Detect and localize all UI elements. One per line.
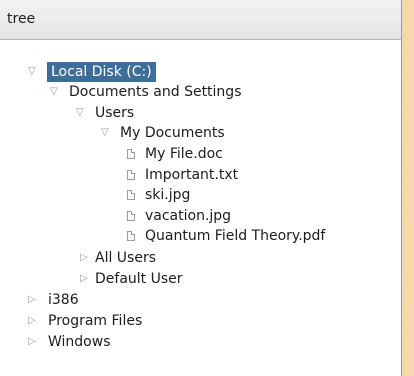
collapsed-toggle-icon[interactable]: ▷ — [80, 248, 90, 268]
tree-node-label[interactable]: My File.doc — [145, 144, 223, 164]
tree-panel: tree ▽ Local Disk (C:) ▽ Documents and S… — [0, 0, 402, 376]
collapsed-toggle-icon[interactable]: ▷ — [28, 311, 38, 331]
tree-node-label[interactable]: ski.jpg — [145, 185, 190, 205]
expanded-toggle-icon[interactable]: ▽ — [101, 123, 111, 143]
tree-node-label[interactable]: i386 — [48, 290, 79, 310]
tree-node-label[interactable]: Users — [95, 103, 134, 123]
tree-node-label[interactable]: Local Disk (C:) — [47, 62, 156, 82]
collapsed-toggle-icon[interactable]: ▷ — [28, 290, 38, 310]
tree-node-label[interactable]: Windows — [48, 332, 111, 352]
file-icon — [127, 170, 135, 180]
expanded-toggle-icon[interactable]: ▽ — [50, 82, 60, 102]
file-icon — [127, 149, 135, 159]
tree-node-label[interactable]: Quantum Field Theory.pdf — [145, 226, 325, 246]
tree-node-label[interactable]: All Users — [95, 248, 156, 268]
file-icon — [127, 211, 135, 221]
tree-view[interactable]: ▽ Local Disk (C:) ▽ Documents and Settin… — [0, 40, 401, 376]
file-icon — [127, 190, 135, 200]
tree-node-label[interactable]: Documents and Settings — [69, 82, 241, 102]
collapsed-toggle-icon[interactable]: ▷ — [80, 269, 90, 289]
expanded-toggle-icon[interactable]: ▽ — [76, 103, 86, 123]
file-icon — [127, 231, 135, 241]
tree-node-label[interactable]: My Documents — [120, 123, 225, 143]
tree-node-label[interactable]: Program Files — [48, 311, 142, 331]
panel-title: tree — [0, 0, 401, 40]
expanded-toggle-icon[interactable]: ▽ — [28, 62, 38, 82]
collapsed-toggle-icon[interactable]: ▷ — [28, 332, 38, 352]
tree-node-label[interactable]: Default User — [95, 269, 183, 289]
page-background: tree ▽ Local Disk (C:) ▽ Documents and S… — [0, 0, 414, 376]
tree-node-label[interactable]: vacation.jpg — [145, 206, 231, 226]
tree-node-label[interactable]: Important.txt — [145, 165, 238, 185]
